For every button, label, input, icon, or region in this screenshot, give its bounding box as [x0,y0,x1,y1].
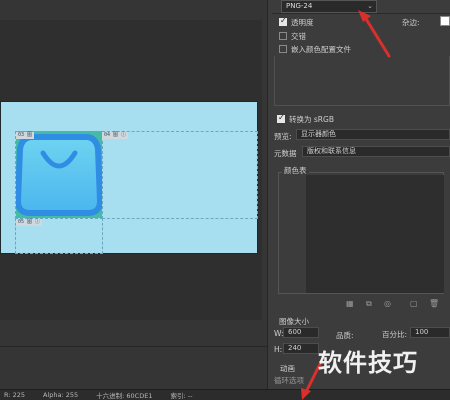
height-label: H: [274,345,283,354]
save-for-web-dialog: 03 图 04 图 ⓘ 05 图 ⓘ PNG-24 ⌄ 透明度 杂边: 交错 嵌… [0,0,450,400]
format-value: PNG-24 [286,2,313,10]
slice-boundary [15,131,103,219]
preview-select[interactable]: 显示器颜色 [296,129,450,140]
web-shift-icon[interactable]: ◎ [384,299,391,308]
convert-srgb-label: 转换为 sRGB [289,115,334,124]
matte-swatch[interactable] [440,16,450,26]
slice-tag: 03 图 [16,132,35,139]
annotation-arrow [358,10,391,58]
divider [0,346,268,347]
slice-boundary [102,131,258,219]
image-size-label: 图像大小 [279,317,309,326]
interlaced-label: 交错 [291,32,306,41]
quality-label: 品质: [336,331,354,340]
preview-pane: 03 图 04 图 ⓘ 05 图 ⓘ [0,0,268,389]
embed-profile-label: 嵌入颜色配置文件 [291,45,351,54]
embed-profile-checkbox[interactable] [279,45,287,53]
animation-label: 动画 [280,364,295,373]
new-color-icon[interactable]: ▢ [410,299,418,308]
matte-label: 杂边: [402,18,420,27]
watermark-text: 软件技巧 [318,349,418,377]
percent-input[interactable]: 100 [410,327,450,338]
metadata-label: 元数据 [274,149,297,158]
height-input[interactable]: 240 [283,343,319,354]
slice-tag: 05 图 ⓘ [16,219,43,226]
index-readout: 索引: -- [170,392,193,400]
status-bar: R: 225 Alpha: 255 十六进制: 60CDE1 索引: -- [0,389,450,400]
preview-label: 预览: [274,132,292,141]
slice-tag: 04 图 ⓘ [102,132,129,139]
metadata-select[interactable]: 版权和联系信息 [302,146,450,157]
convert-srgb-checkbox[interactable] [277,113,285,123]
transparency-checkbox[interactable] [279,16,287,26]
color-table-label: 颜色表 [282,165,309,176]
alpha-readout: Alpha: 255 [42,391,79,399]
color-table [306,175,444,293]
map-color-icon[interactable]: ▦ [346,299,354,308]
lock-color-icon[interactable]: ⧉ [366,299,372,309]
interlaced-checkbox[interactable] [279,32,287,40]
width-input[interactable]: 600 [283,327,319,338]
options-group [274,56,450,106]
percent-label: 百分比: [382,330,408,339]
coordinate-readout: R: 225 [4,391,25,399]
hex-readout: 十六进制: 60CDE1 [96,392,153,400]
transparency-label: 透明度 [291,18,314,27]
trash-icon[interactable]: 🗑 [429,299,439,308]
